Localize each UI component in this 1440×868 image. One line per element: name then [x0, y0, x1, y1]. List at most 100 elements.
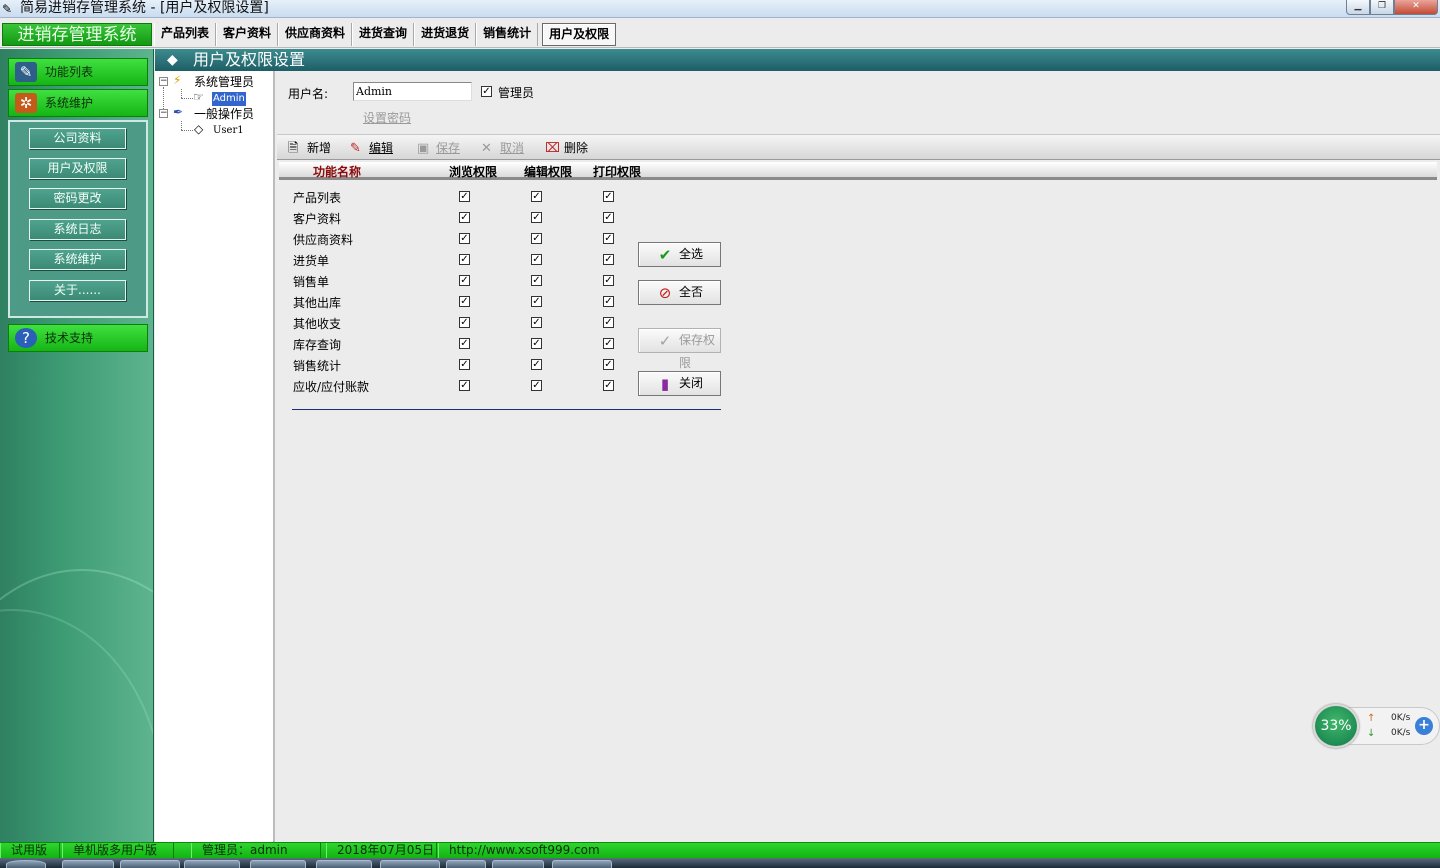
taskbar-item[interactable] [62, 860, 114, 868]
permission-name: 进货单 [293, 254, 330, 268]
lightning-icon: ⚡ [173, 73, 182, 87]
new-label: 新增 [307, 141, 332, 155]
sidebar-item-users[interactable]: 用户及权限 [29, 158, 126, 179]
save-permissions-button[interactable]: ✓ 保存权限 [638, 328, 721, 370]
permission-edit-checkbox[interactable]: ✓ [531, 212, 542, 223]
permission-edit-checkbox[interactable]: ✓ [531, 191, 542, 202]
permission-name: 其他出库 [293, 296, 342, 310]
cancel-label: 取消 [500, 141, 525, 155]
taskbar [0, 858, 1440, 868]
set-password-link[interactable]: 设置密码 [363, 109, 411, 126]
taskbar-item[interactable] [446, 860, 486, 868]
prohibited-icon: ⊘ [658, 284, 672, 302]
sidebar-section-functions[interactable]: ✎ 功能列表 [8, 58, 148, 86]
permission-edit-checkbox[interactable]: ✓ [531, 296, 542, 307]
tree-group-operators[interactable]: 一般操作员 [194, 107, 254, 121]
divider [292, 409, 721, 410]
permission-edit-checkbox[interactable]: ✓ [531, 380, 542, 391]
taskbar-item[interactable] [120, 860, 180, 868]
permission-browse-checkbox[interactable]: ✓ [459, 296, 470, 307]
minimize-button[interactable]: ▁ [1346, 0, 1370, 15]
save-button[interactable]: ▣ 保存 [417, 139, 460, 157]
menu-sales-stats[interactable]: 销售统计 [476, 23, 539, 46]
permission-browse-checkbox[interactable]: ✓ [459, 233, 470, 244]
diamond-icon: ◆ [167, 52, 178, 68]
restore-button[interactable]: ❐ [1370, 0, 1394, 15]
delete-button[interactable]: ⌧ 删除 [545, 139, 588, 157]
permission-browse-checkbox[interactable]: ✓ [459, 317, 470, 328]
edit-button[interactable]: ✎ 编辑 [350, 139, 393, 157]
permission-browse-checkbox[interactable]: ✓ [459, 191, 470, 202]
taskbar-item[interactable] [552, 860, 612, 868]
menu-purchase-query[interactable]: 进货查询 [352, 23, 415, 46]
network-speed-widget[interactable]: 33% ↑ ↓ 0K/s 0K/s + [1313, 704, 1440, 748]
collapse-icon[interactable]: − [159, 77, 168, 86]
taskbar-item[interactable] [492, 860, 544, 868]
tree-connector [181, 121, 182, 130]
exit-door-icon: ▮ [660, 375, 670, 393]
status-bar: 试用版 单机版多用户版 管理员：admin 2018年07月05日 http:/… [0, 842, 1440, 858]
permission-edit-checkbox[interactable]: ✓ [531, 317, 542, 328]
permission-browse-checkbox[interactable]: ✓ [459, 380, 470, 391]
sidebar-section-label: 技术支持 [45, 331, 94, 345]
permission-print-checkbox[interactable]: ✓ [603, 233, 614, 244]
permission-edit-checkbox[interactable]: ✓ [531, 338, 542, 349]
new-button[interactable]: 🗎 新增 [288, 139, 331, 157]
sidebar-item-about[interactable]: 关于...... [29, 280, 126, 301]
permission-browse-checkbox[interactable]: ✓ [459, 359, 470, 370]
plus-icon[interactable]: + [1415, 717, 1433, 735]
permission-print-checkbox[interactable]: ✓ [603, 380, 614, 391]
select-none-button[interactable]: ⊘ 全否 [638, 280, 721, 305]
menu-user-permissions[interactable]: 用户及权限 [542, 23, 617, 46]
permission-name: 供应商资料 [293, 233, 354, 247]
permission-browse-checkbox[interactable]: ✓ [459, 338, 470, 349]
permission-edit-checkbox[interactable]: ✓ [531, 254, 542, 265]
permission-edit-checkbox[interactable]: ✓ [531, 359, 542, 370]
permission-edit-checkbox[interactable]: ✓ [531, 275, 542, 286]
admin-checkbox[interactable]: ✓ [481, 86, 492, 97]
sidebar-item-maintenance[interactable]: 系统维护 [29, 249, 126, 270]
taskbar-item[interactable] [316, 860, 372, 868]
sidebar-item-logs[interactable]: 系统日志 [29, 219, 126, 240]
permission-print-checkbox[interactable]: ✓ [603, 359, 614, 370]
menu-purchase-return[interactable]: 进货退货 [414, 23, 477, 46]
cancel-button[interactable]: ✕ 取消 [481, 139, 524, 157]
permission-print-checkbox[interactable]: ✓ [603, 317, 614, 328]
permissions-header: 功能名称 浏览权限 编辑权限 打印权限 [279, 162, 1437, 180]
sidebar-section-maintenance[interactable]: ✲ 系统维护 [8, 89, 148, 117]
tree-user-admin[interactable]: Admin [212, 92, 246, 106]
permission-browse-checkbox[interactable]: ✓ [459, 212, 470, 223]
permission-print-checkbox[interactable]: ✓ [603, 254, 614, 265]
sidebar-item-password[interactable]: 密码更改 [29, 188, 126, 209]
collapse-icon[interactable]: − [159, 109, 168, 118]
sidebar-section-support[interactable]: ? 技术支持 [8, 324, 148, 352]
tree-user-user1[interactable]: User1 [213, 124, 244, 138]
menu-customers[interactable]: 客户资料 [216, 23, 279, 46]
status-mode: 单机版多用户版 [62, 843, 174, 858]
tree-group-admins[interactable]: 系统管理员 [194, 75, 254, 89]
username-field[interactable]: Admin [353, 82, 472, 101]
permission-browse-checkbox[interactable]: ✓ [459, 254, 470, 265]
taskbar-item[interactable] [380, 860, 440, 868]
permission-print-checkbox[interactable]: ✓ [603, 275, 614, 286]
menu-products[interactable]: 产品列表 [154, 23, 217, 46]
permission-print-checkbox[interactable]: ✓ [603, 212, 614, 223]
taskbar-item[interactable] [184, 860, 240, 868]
taskbar-item[interactable] [250, 860, 306, 868]
permission-name: 客户资料 [293, 212, 342, 226]
permission-print-checkbox[interactable]: ✓ [603, 338, 614, 349]
pencil-icon: ✎ [15, 62, 37, 82]
sidebar-item-company[interactable]: 公司资料 [29, 128, 126, 149]
permission-print-checkbox[interactable]: ✓ [603, 296, 614, 307]
permission-name: 库存查询 [293, 338, 342, 352]
menu-suppliers[interactable]: 供应商资料 [278, 23, 353, 46]
permission-print-checkbox[interactable]: ✓ [603, 191, 614, 202]
permission-edit-checkbox[interactable]: ✓ [531, 233, 542, 244]
close-button[interactable]: ▮ 关闭 [638, 371, 721, 396]
start-button[interactable] [6, 860, 46, 868]
check-icon: ✓ [658, 332, 672, 350]
column-edit: 编辑权限 [524, 165, 573, 179]
permission-browse-checkbox[interactable]: ✓ [459, 275, 470, 286]
close-window-button[interactable]: ✕ [1394, 0, 1438, 15]
select-all-button[interactable]: ✔ 全选 [638, 242, 721, 267]
